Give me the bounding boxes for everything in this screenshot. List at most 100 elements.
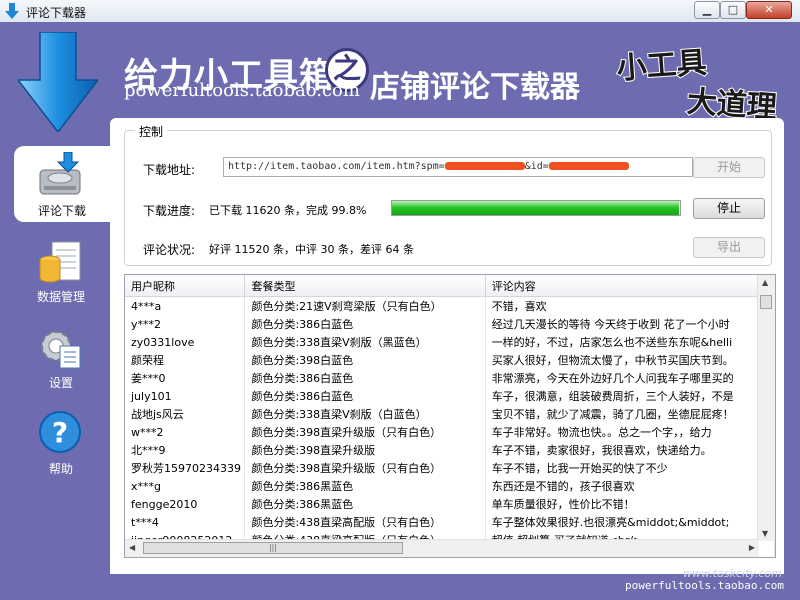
cell-package: 颜色分类:398直梁升级版（只有白色） (244, 459, 486, 477)
table-row[interactable]: t***4 颜色分类:438直梁高配版（只有白色） 车子整体效果很好.也很漂亮&mi… (125, 513, 775, 531)
gear-settings-icon (41, 331, 81, 369)
svg-text:?: ? (52, 416, 68, 449)
table-row[interactable]: 颜荣程 颜色分类:398白蓝色 买家人很好，但物流太慢了，中秋节买国庆节到。 (125, 351, 775, 369)
sidebar-item-label: 设置 (48, 376, 73, 390)
redacted-segment (548, 162, 629, 170)
table-row[interactable]: w***2 颜色分类:398直梁升级版（只有白色） 车子非常好。物流也快。。总之一个… (125, 423, 775, 441)
table-row[interactable]: 战地js风云 颜色分类:338直梁V刹版（白蓝色） 宝贝不错，就少了减震，骑了几圈，… (125, 405, 775, 423)
svg-text:大道理: 大道理 (686, 84, 778, 120)
horizontal-scrollbar[interactable]: ◀ ||| ▶ (125, 539, 759, 557)
cell-nickname: t***4 (125, 513, 246, 531)
scroll-down-icon[interactable]: ▼ (762, 529, 768, 538)
cell-package: 颜色分类:386白蓝色 (244, 315, 486, 333)
cell-comment: 买家人很好，但物流太慢了，中秋节买国庆节到。 (485, 351, 775, 369)
cell-comment: 车子不错，比我一开始买的快了不少 (485, 459, 775, 477)
cell-comment: 车子整体效果很好.也很漂亮&middot;&middot; (485, 513, 775, 531)
table-row[interactable]: fengge2010 颜色分类:386黑蓝色 单车质量很好，性价比不错！ (125, 495, 775, 513)
url-value-mid: &id= (524, 161, 549, 172)
scroll-right-icon[interactable]: ▶ (749, 543, 755, 552)
hard-disk-download-icon (39, 152, 81, 195)
control-legend: 控制 (135, 123, 168, 140)
cell-nickname: y***2 (125, 315, 246, 333)
close-button[interactable]: ✕ (746, 1, 792, 19)
cell-comment: 经过几天漫长的等待 今天终于收到 花了一个小时 (485, 315, 775, 333)
window-title: 评论下载器 (26, 6, 87, 20)
cell-package: 颜色分类:386白蓝色 (244, 369, 486, 387)
table-row[interactable]: 4***a 颜色分类:21速V刹弯梁版（只有白色） 不错，喜欢 (125, 296, 775, 315)
sidebar-item-data-management[interactable]: 数据管理 (14, 232, 108, 308)
column-header-nickname[interactable]: 用户昵称 (125, 275, 246, 297)
table-row[interactable]: x***g 颜色分类:386黑蓝色 东西还是不错的，孩子很喜欢 (125, 477, 775, 495)
table-row[interactable]: 罗秋芳15970234339 颜色分类:398直梁升级版（只有白色） 车子不错，比我… (125, 459, 775, 477)
scroll-left-icon[interactable]: ◀ (129, 543, 135, 552)
cell-nickname: 姜***0 (125, 369, 246, 387)
store-title: 店铺评论下载器 (370, 70, 580, 105)
sidebar-item-label: 评论下载 (37, 204, 86, 218)
database-document-icon (39, 241, 81, 283)
header-banner: 给力小工具箱 之 店铺评论下载器 powerfultools.taobao.co… (0, 22, 800, 132)
footer-url: powerfultools.taobao.com (625, 579, 784, 592)
cell-nickname: 战地js风云 (125, 405, 246, 423)
cell-nickname: 北***9 (125, 441, 246, 459)
cell-package: 颜色分类:338直梁V刹版（黑蓝色） (244, 333, 486, 351)
control-group: 控制 下载地址: http://item.taobao.com/item.htm… (124, 123, 772, 266)
sidebar-item-settings[interactable]: 设置 (14, 318, 108, 394)
big-download-arrow-icon (18, 32, 98, 132)
title-bar: 评论下载器 ▁ □ ✕ (0, 0, 800, 23)
cell-nickname: x***g (125, 477, 246, 495)
cell-comment: 车子，很满意，组装破费周折，三个人装好，不是 (485, 387, 775, 405)
table-row[interactable]: july101 颜色分类:386白蓝色 车子，很满意，组装破费周折，三个人装好，不是 (125, 387, 775, 405)
status-label: 评论状况: (143, 243, 196, 257)
cell-package: 颜色分类:386黑蓝色 (244, 495, 486, 513)
column-header-package[interactable]: 套餐类型 (244, 275, 486, 297)
cell-nickname: 颜荣程 (125, 351, 246, 369)
progress-label: 下载进度: (143, 204, 196, 218)
cell-nickname: 罗秋芳15970234339 (125, 459, 246, 477)
table-row[interactable]: zy0331love 颜色分类:338直梁V刹版（黑蓝色） 一样的好，不过，店家怎么… (125, 333, 775, 351)
vertical-scrollbar[interactable]: ▲ ▼ (757, 275, 775, 541)
cell-package: 颜色分类:386白蓝色 (244, 387, 486, 405)
url-input[interactable]: http://item.taobao.com/item.htm?spm= &id= (223, 157, 693, 177)
help-question-icon: ? (39, 411, 81, 453)
main-panel: 控制 下载地址: http://item.taobao.com/item.htm… (110, 118, 784, 574)
cell-nickname: fengge2010 (125, 495, 246, 513)
sidebar-item-comment-download[interactable]: 评论下载 (14, 146, 110, 222)
cell-comment: 车子不错，卖家很好，我很喜欢，快递给力。 (485, 441, 775, 459)
cell-comment: 东西还是不错的，孩子很喜欢 (485, 477, 775, 495)
download-arrow-icon (5, 3, 19, 19)
cell-comment: 单车质量很好，性价比不错！ (485, 495, 775, 513)
export-button[interactable]: 导出 (693, 237, 765, 258)
cell-comment: 不错，喜欢 (485, 296, 775, 315)
maximize-button[interactable]: □ (720, 1, 746, 19)
table-row[interactable]: y***2 颜色分类:386白蓝色 经过几天漫长的等待 今天终于收到 花了一个小时 (125, 315, 775, 333)
cell-package: 颜色分类:398直梁升级版（只有白色） (244, 423, 486, 441)
vertical-scroll-thumb[interactable] (760, 295, 772, 309)
column-header-comment[interactable]: 评论内容 (485, 275, 775, 297)
stop-button[interactable]: 停止 (693, 198, 765, 219)
cell-package: 颜色分类:21速V刹弯梁版（只有白色） (244, 296, 486, 315)
comments-table[interactable]: 用户昵称 套餐类型 评论内容 4***a 颜色分类:21速V刹弯梁版（只有白色）不… (124, 274, 776, 558)
scroll-up-icon[interactable]: ▲ (762, 278, 768, 287)
cell-package: 颜色分类:398直梁升级版 (244, 441, 486, 459)
sidebar: 评论下载 数据管理 设置 ? 帮助 (0, 118, 110, 600)
horizontal-scroll-thumb[interactable]: ||| (143, 542, 403, 554)
url-value-prefix: http://item.taobao.com/item.htm?spm= (228, 161, 445, 172)
cell-nickname: w***2 (125, 423, 246, 441)
cell-package: 颜色分类:438直梁高配版（只有白色） (244, 513, 486, 531)
minimize-button[interactable]: ▁ (694, 1, 720, 19)
sidebar-item-help[interactable]: ? 帮助 (14, 404, 108, 480)
table-row[interactable]: 姜***0 颜色分类:386白蓝色 非常漂亮，今天在外边好几个人问我车子哪里买的 (125, 369, 775, 387)
slogan-logo: 小工具 大道理 (615, 44, 779, 120)
status-text: 好评 11520 条，中评 30 条，差评 64 条 (209, 243, 414, 256)
cell-comment: 非常漂亮，今天在外边好几个人问我车子哪里买的 (485, 369, 775, 387)
cell-package: 颜色分类:386黑蓝色 (244, 477, 486, 495)
comments-grid: 用户昵称 套餐类型 评论内容 4***a 颜色分类:21速V刹弯梁版（只有白色）不… (125, 275, 775, 557)
table-header-row: 用户昵称 套餐类型 评论内容 (125, 275, 775, 297)
url-label: 下载地址: (143, 163, 196, 177)
table-row[interactable]: 北***9 颜色分类:398直梁升级版 车子不错，卖家很好，我很喜欢，快递给力。 (125, 441, 775, 459)
start-button[interactable]: 开始 (693, 157, 765, 178)
progress-bar (391, 200, 681, 216)
cell-nickname: july101 (125, 387, 246, 405)
cell-nickname: zy0331love (125, 333, 246, 351)
cell-package: 颜色分类:398白蓝色 (244, 351, 486, 369)
